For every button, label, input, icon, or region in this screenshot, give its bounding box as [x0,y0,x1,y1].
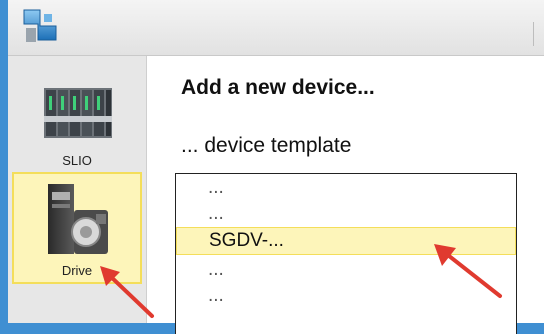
app-logo-icon [23,9,57,42]
servo-drive-icon [48,184,108,254]
sidebar-item-label: SLIO [62,153,92,168]
sidebar-item-drive[interactable]: Drive [12,172,142,284]
device-category-sidebar: SLIO Drive [8,56,147,323]
title-bar [8,0,544,56]
title-bar-separator [533,22,544,46]
page-title: Add a new device... [181,76,375,99]
section-title: ... device template [181,134,352,157]
add-device-panel: Add a new device... ... device template … [147,56,544,334]
window-frame: SLIO Drive Add a new device... ... devic… [0,0,544,334]
list-item[interactable]: ... [176,178,516,206]
list-item-selected[interactable]: SGDV-... [176,227,516,255]
sidebar-item-label: Drive [61,263,93,278]
list-item[interactable]: ... [176,286,516,314]
list-item[interactable]: ... [176,260,516,288]
device-template-list[interactable]: ... ... SGDV-... ... ... [175,173,517,334]
slio-module-icon [44,88,112,138]
sidebar-item-slio[interactable]: SLIO [12,72,142,172]
